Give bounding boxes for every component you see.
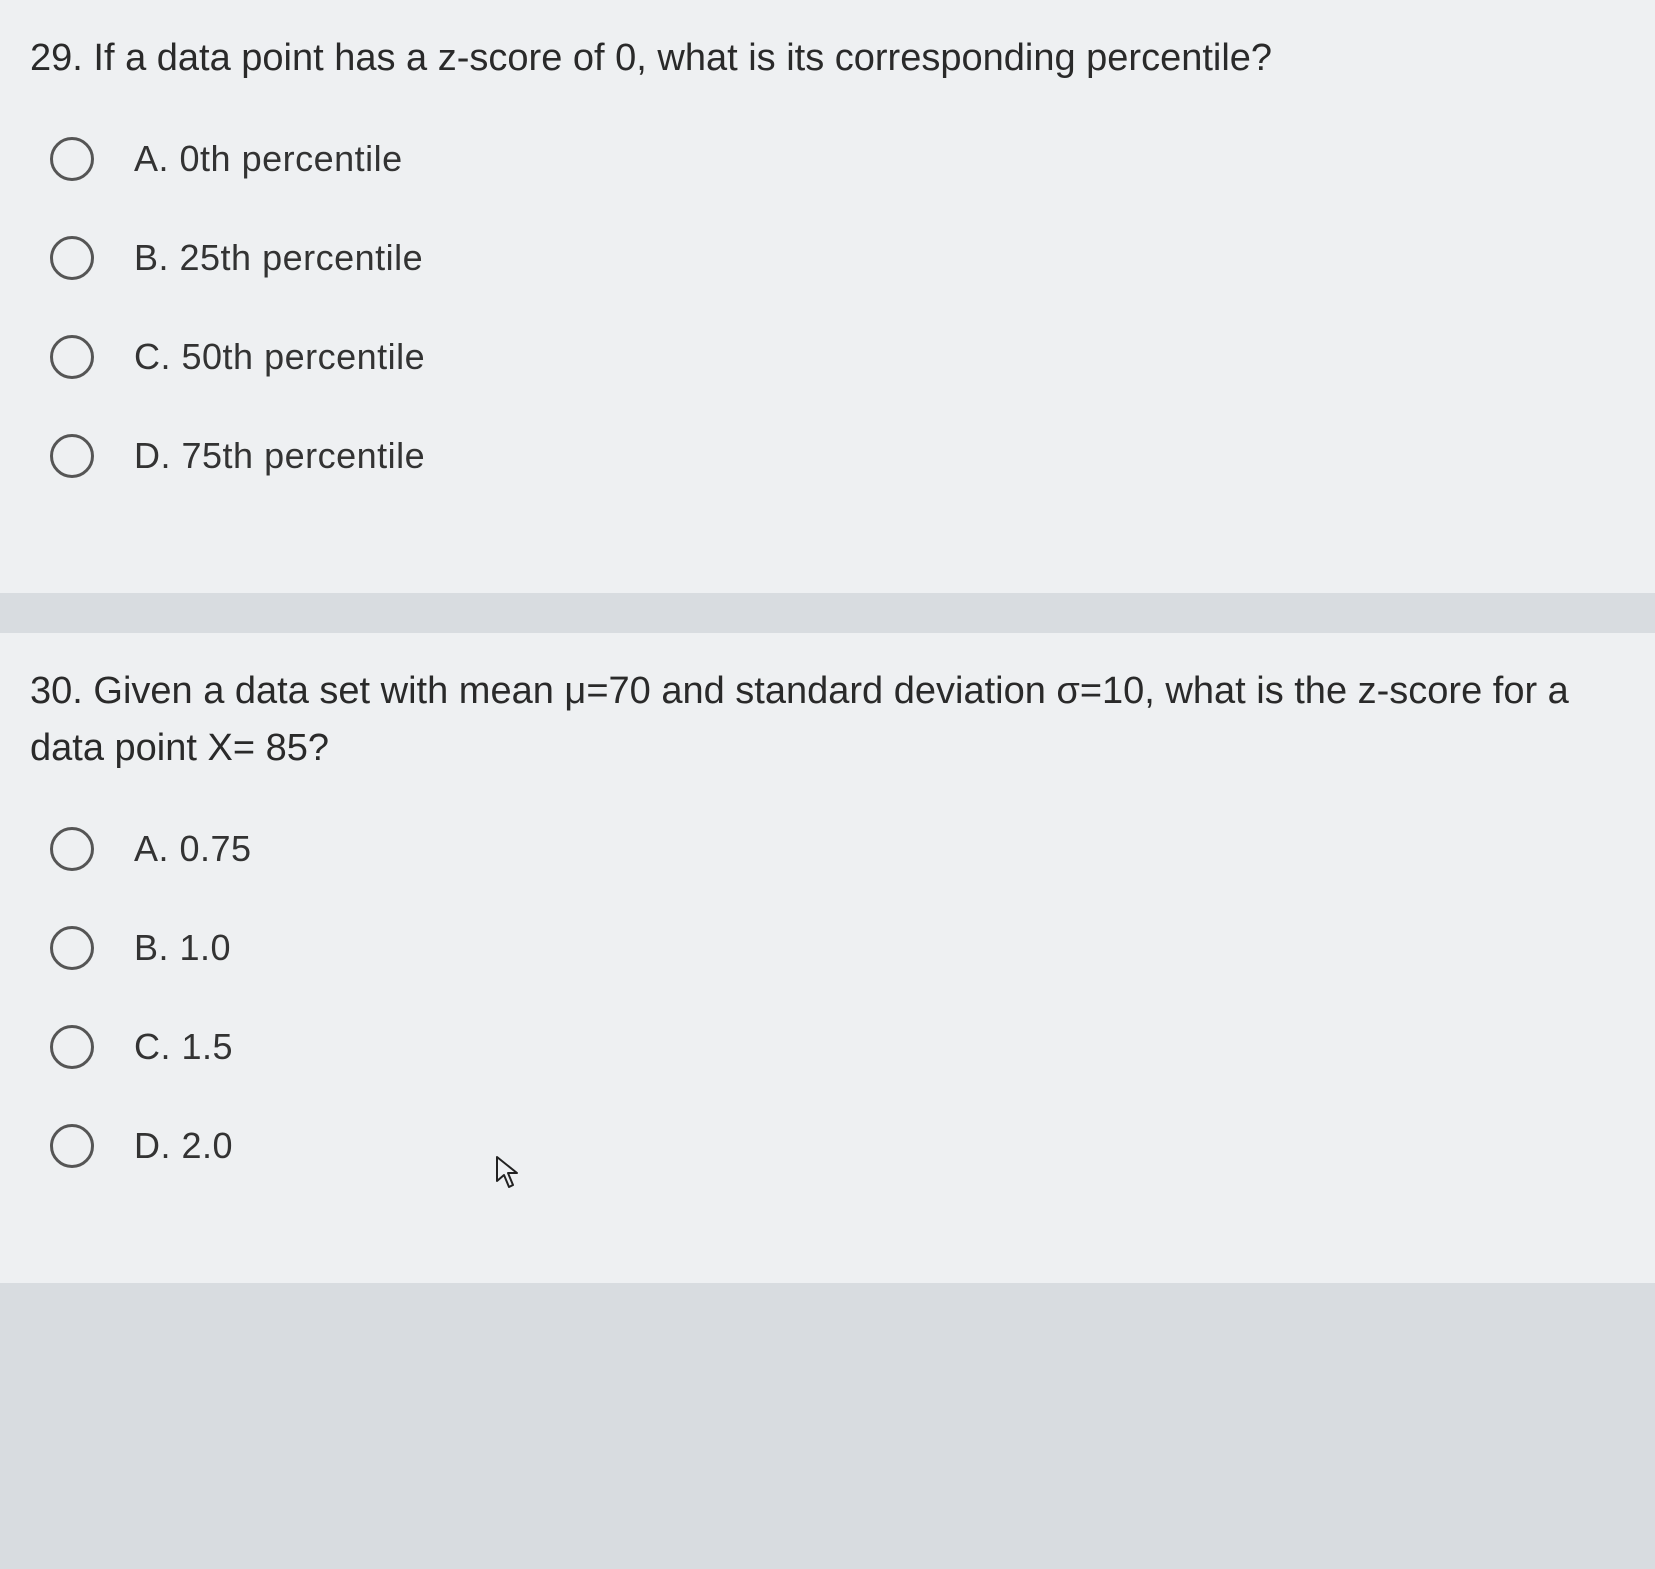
radio-icon[interactable]	[50, 236, 94, 280]
option-label: B. 1.0	[134, 927, 231, 969]
question-text: 30. Given a data set with mean μ=70 and …	[30, 663, 1625, 777]
option-label: B. 25th percentile	[134, 237, 423, 279]
question-text: 29. If a data point has a z-score of 0, …	[30, 30, 1625, 87]
option-label: A. 0th percentile	[134, 138, 403, 180]
option-label: C. 50th percentile	[134, 336, 425, 378]
option-a[interactable]: A. 0th percentile	[30, 137, 1625, 181]
radio-icon[interactable]	[50, 434, 94, 478]
question-number: 29.	[30, 37, 83, 79]
option-b[interactable]: B. 25th percentile	[30, 236, 1625, 280]
question-body: Given a data set with mean μ=70 and stan…	[30, 670, 1569, 769]
radio-icon[interactable]	[50, 1124, 94, 1168]
option-label: C. 1.5	[134, 1026, 233, 1068]
option-a[interactable]: A. 0.75	[30, 827, 1625, 871]
question-number: 30.	[30, 670, 83, 712]
radio-icon[interactable]	[50, 926, 94, 970]
option-c[interactable]: C. 1.5	[30, 1025, 1625, 1069]
radio-icon[interactable]	[50, 335, 94, 379]
radio-icon[interactable]	[50, 1025, 94, 1069]
radio-icon[interactable]	[50, 137, 94, 181]
option-d[interactable]: D. 75th percentile	[30, 434, 1625, 478]
option-b[interactable]: B. 1.0	[30, 926, 1625, 970]
option-label: A. 0.75	[134, 828, 252, 870]
question-card-29: 29. If a data point has a z-score of 0, …	[0, 0, 1655, 593]
option-d[interactable]: D. 2.0	[30, 1124, 1625, 1168]
option-c[interactable]: C. 50th percentile	[30, 335, 1625, 379]
question-body: If a data point has a z-score of 0, what…	[93, 37, 1272, 79]
radio-icon[interactable]	[50, 827, 94, 871]
option-label: D. 2.0	[134, 1125, 233, 1167]
question-card-30: 30. Given a data set with mean μ=70 and …	[0, 633, 1655, 1283]
option-label: D. 75th percentile	[134, 435, 425, 477]
